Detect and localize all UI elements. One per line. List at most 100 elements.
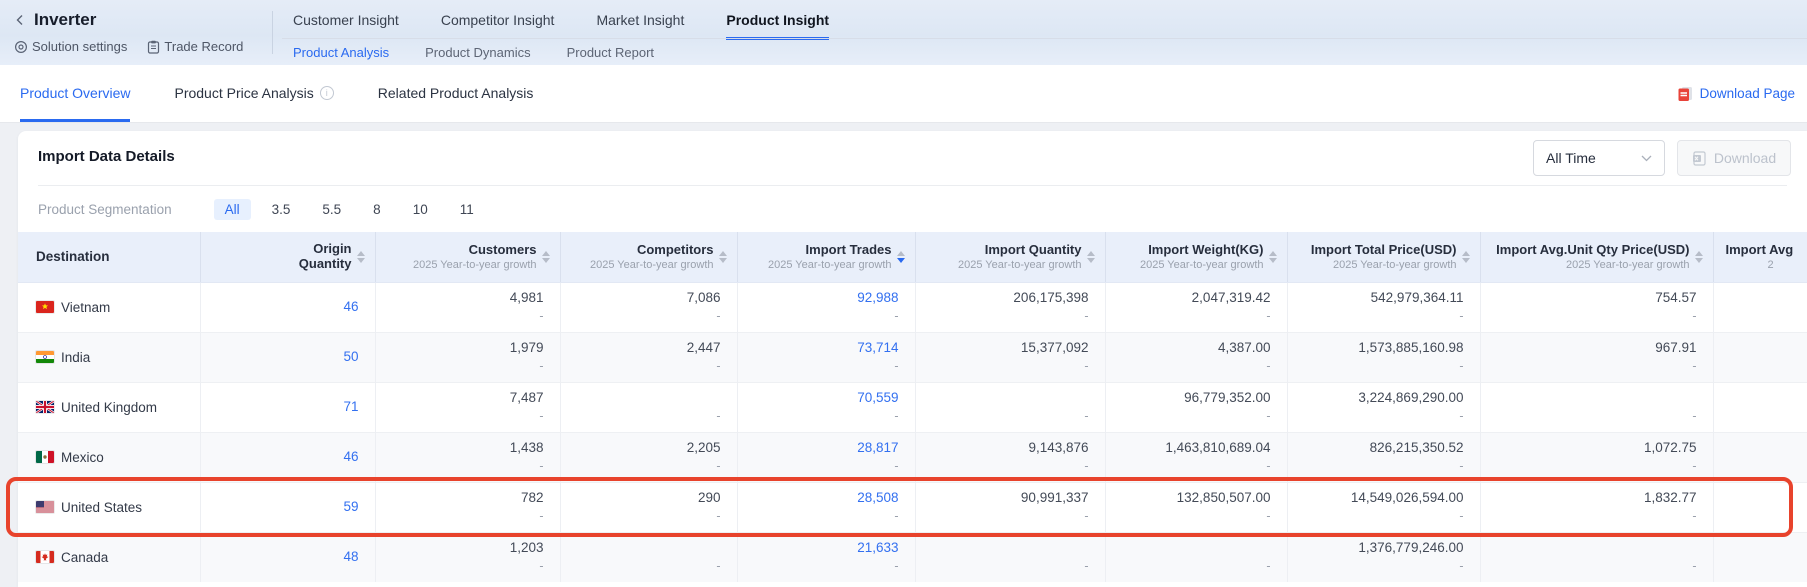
cell-growth: - [376, 359, 544, 374]
page-tabs: Product Overview Product Price Analysisi R… [20, 65, 533, 122]
solution-settings-link[interactable]: Solution settings [14, 39, 127, 54]
sort-control[interactable] [1695, 251, 1703, 263]
column-label: Customers [413, 242, 537, 257]
chevron-down-icon [1641, 155, 1652, 162]
column-sublabel: 2025 Year-to-year growth [1140, 259, 1264, 271]
download-button[interactable]: Download [1677, 140, 1791, 176]
segmentation-option-5-5[interactable]: 5.5 [311, 199, 352, 220]
import-trades-link[interactable]: 70,559 [738, 390, 899, 406]
subnav-tab-product-report[interactable]: Product Report [567, 45, 654, 60]
cell-growth: - [738, 509, 899, 524]
in-flag-icon [36, 351, 54, 363]
cell-growth: - [738, 459, 899, 474]
segmentation-option-8[interactable]: 8 [362, 199, 392, 220]
column-header-import-total-price[interactable]: Import Total Price(USD)2025 Year-to-year… [1287, 232, 1480, 282]
cell-growth: - [1481, 309, 1697, 324]
column-header-import-quantity[interactable]: Import Quantity2025 Year-to-year growth [915, 232, 1105, 282]
country-name: United States [61, 500, 142, 515]
trade-record-link[interactable]: Trade Record [147, 39, 243, 54]
time-range-select[interactable]: All Time [1533, 140, 1665, 176]
clipboard-icon [147, 40, 160, 54]
nav-tab-competitor-insight[interactable]: Competitor Insight [441, 0, 555, 39]
sort-control[interactable] [1269, 251, 1277, 263]
import-trades-cell: 28,508 - [737, 482, 915, 532]
import-weight-cell: - [1105, 532, 1287, 582]
segmentation-option-11[interactable]: 11 [449, 199, 485, 220]
sort-asc-icon [542, 251, 550, 256]
segmentation-option-10[interactable]: 10 [402, 199, 439, 220]
origin-quantity-link[interactable]: 46 [201, 299, 359, 315]
excel-file-icon [1692, 151, 1707, 166]
column-header-import-weight[interactable]: Import Weight(KG)2025 Year-to-year growt… [1105, 232, 1287, 282]
import-trades-link[interactable]: 73,714 [738, 340, 899, 356]
column-header-origin-quantity[interactable]: Origin Quantity [200, 232, 375, 282]
column-header-import-avg-unit-qty-price[interactable]: Import Avg.Unit Qty Price(USD)2025 Year-… [1480, 232, 1713, 282]
subnav-tab-product-analysis[interactable]: Product Analysis [293, 45, 389, 60]
import-total-price-cell: 1,573,885,160.98- [1287, 332, 1480, 382]
cell-value [916, 390, 1089, 406]
cell-value [1106, 540, 1271, 556]
column-header-import-avg-truncated: Import Avg2 [1713, 232, 1807, 282]
cell-growth: - [1106, 309, 1271, 324]
nav-tab-market-insight[interactable]: Market Insight [596, 0, 684, 39]
cell-value: 1,832.77 [1481, 490, 1697, 506]
origin-quantity-cell: 46 [200, 282, 375, 332]
import-total-price-cell: 14,549,026,594.00- [1287, 482, 1480, 532]
cell-value: 4,387.00 [1106, 340, 1271, 356]
import-trades-link[interactable]: 28,508 [738, 490, 899, 506]
column-header-customers[interactable]: Customers2025 Year-to-year growth [375, 232, 560, 282]
gear-icon [14, 40, 28, 54]
import-weight-cell: 132,850,507.00- [1105, 482, 1287, 532]
sort-desc-icon [1087, 258, 1095, 263]
origin-quantity-link[interactable]: 71 [201, 399, 359, 415]
tab-related-product-analysis[interactable]: Related Product Analysis [378, 65, 534, 122]
import-trades-cell: 21,633- [737, 532, 915, 582]
cell-value [1714, 490, 1792, 506]
table-row-vietnam: Vietnam464,981-7,086-92,988-206,175,398-… [18, 282, 1807, 332]
subnav-tab-product-dynamics[interactable]: Product Dynamics [425, 45, 530, 60]
sort-control[interactable] [1087, 251, 1095, 263]
sort-desc-icon [357, 258, 365, 263]
destination-cell: Vietnam [18, 282, 200, 332]
origin-quantity-link[interactable]: 59 [201, 499, 359, 515]
segmentation-option-3-5[interactable]: 3.5 [261, 199, 302, 220]
cell-value [916, 540, 1089, 556]
import-quantity-cell: 206,175,398- [915, 282, 1105, 332]
column-header-competitors[interactable]: Competitors2025 Year-to-year growth [560, 232, 737, 282]
column-header-import-trades[interactable]: Import Trades2025 Year-to-year growth [737, 232, 915, 282]
cell-value: 4,981 [376, 290, 544, 306]
sort-control[interactable] [897, 251, 905, 263]
import-trades-link[interactable]: 28,817 [738, 440, 899, 456]
segmentation-option-all[interactable]: All [214, 199, 251, 220]
sort-asc-icon [719, 251, 727, 256]
cell-value: 782 [376, 490, 544, 506]
import-trades-link[interactable]: 21,633 [738, 540, 899, 556]
nav-tab-customer-insight[interactable]: Customer Insight [293, 0, 399, 39]
tab-product-overview[interactable]: Product Overview [20, 65, 130, 122]
cell-growth: - [1481, 409, 1697, 424]
nav-tab-product-insight[interactable]: Product Insight [726, 0, 829, 39]
origin-quantity-cell: 48 [200, 532, 375, 582]
back-chevron-icon[interactable] [14, 14, 26, 26]
origin-quantity-link[interactable]: 48 [201, 549, 359, 565]
table-row-canada: Canada481,203--21,633---1,376,779,246.00… [18, 532, 1807, 582]
import-avg-unit-qty-price-cell: 754.57- [1480, 282, 1713, 332]
sort-control[interactable] [1462, 251, 1470, 263]
cell-value: 2,447 [561, 340, 721, 356]
tab-product-price-analysis[interactable]: Product Price Analysisi [174, 65, 333, 122]
destination-cell: United States [18, 482, 200, 532]
origin-quantity-cell: 71 [200, 382, 375, 432]
destination-cell: Mexico [18, 432, 200, 482]
sort-control[interactable] [357, 251, 365, 263]
cell-value: 826,215,350.52 [1288, 440, 1464, 456]
import-avg-unit-qty-price-cell: - [1480, 382, 1713, 432]
origin-quantity-link[interactable]: 50 [201, 349, 359, 365]
sort-control[interactable] [542, 251, 550, 263]
download-page-button[interactable]: Download Page [1677, 65, 1795, 122]
sort-control[interactable] [719, 251, 727, 263]
import-trades-link[interactable]: 92,988 [738, 290, 899, 306]
cell-growth: - [561, 309, 721, 324]
origin-quantity-link[interactable]: 46 [201, 449, 359, 465]
cell-value: 1,438 [376, 440, 544, 456]
cell-growth: - [1481, 359, 1697, 374]
